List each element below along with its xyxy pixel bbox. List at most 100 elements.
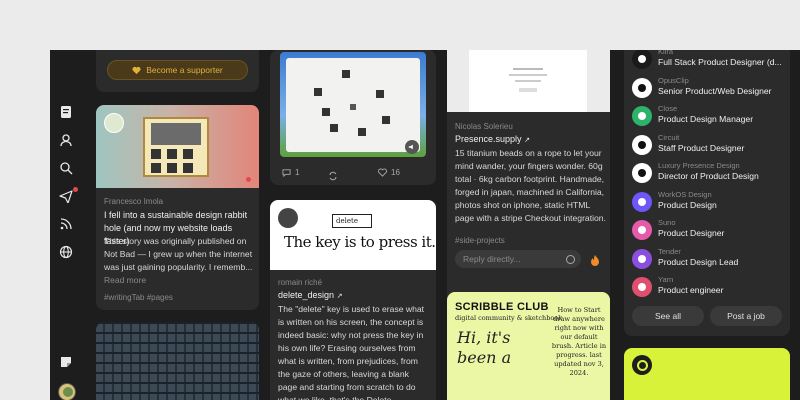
app-window: Become a supporter Francesco Imola I fel… xyxy=(50,50,800,400)
comment-icon xyxy=(282,169,291,177)
post-author: romain riché xyxy=(278,278,323,287)
workos-logo-icon xyxy=(632,191,652,212)
job-company: Kiira xyxy=(658,50,674,56)
yarn-logo-icon xyxy=(632,277,652,297)
supporter-card: Become a supporter xyxy=(96,50,259,92)
job-company: Yarn xyxy=(658,275,674,284)
job-company: Suno xyxy=(658,218,676,227)
external-link-icon: ↗ xyxy=(336,293,343,300)
post-title-text: Presence.supply xyxy=(455,134,522,144)
scribble-note: How to Start draw anywhere right now wit… xyxy=(551,306,607,377)
post-title-text: delete_design xyxy=(278,290,335,300)
job-role: Product engineer xyxy=(658,285,724,295)
fire-icon[interactable] xyxy=(590,253,600,266)
post-card-collage[interactable]: 1 16 xyxy=(270,50,436,185)
post-card-delete-design[interactable]: delete The key is to press it. romain ri… xyxy=(270,200,436,400)
search-icon[interactable] xyxy=(58,160,74,176)
image-headline: The key is to press it. xyxy=(284,233,436,251)
globe-icon[interactable] xyxy=(58,244,74,260)
post-title[interactable]: Presence.supply ↗ xyxy=(455,134,530,144)
post-card-photo-grid[interactable] xyxy=(96,322,259,400)
post-card-presence[interactable]: Nicolas Solerieu Presence.supply ↗ 15 ti… xyxy=(447,50,610,328)
post-excerpt: 15 titanium beads on a rope to let your … xyxy=(455,148,606,223)
become-supporter-button[interactable]: Become a supporter xyxy=(107,60,248,80)
reply-input[interactable]: Reply directly... xyxy=(455,250,581,268)
author-avatar xyxy=(632,355,652,375)
job-row[interactable]: Close Product Design Manager xyxy=(632,102,782,130)
job-row[interactable]: Luxury Presence Design Director of Produc… xyxy=(632,159,782,187)
post-a-job-button[interactable]: Post a job xyxy=(710,306,782,326)
job-row[interactable]: Suno Product Designer xyxy=(632,216,782,244)
key-graphic: delete xyxy=(332,214,372,228)
post-title[interactable]: delete_design ↗ xyxy=(278,290,342,300)
heart-icon xyxy=(378,168,387,177)
heart-logo-icon xyxy=(632,248,652,269)
post-card-lime[interactable] xyxy=(624,348,790,400)
job-company: Tender xyxy=(658,246,681,256)
job-role: Product Design xyxy=(658,199,717,210)
sticker-icon[interactable] xyxy=(58,354,74,370)
heart-icon xyxy=(132,66,141,74)
job-row[interactable]: Kiira Full Stack Product Designer (d... xyxy=(632,50,782,73)
emoji-icon[interactable] xyxy=(566,254,575,264)
unread-dot xyxy=(246,177,251,182)
author-avatar xyxy=(278,208,298,228)
mute-icon[interactable] xyxy=(405,140,419,154)
photo-grid-image xyxy=(96,322,259,400)
retro-webpage-thumbnail xyxy=(143,117,209,177)
job-row[interactable]: Tender Product Design Lead xyxy=(632,245,782,273)
post-card-scribble-club[interactable]: SCRIBBLE CLUB digital community & sketch… xyxy=(447,292,610,400)
job-company: Close xyxy=(658,104,678,113)
handwriting: Hi, it's been a xyxy=(457,328,512,367)
job-role: Senior Product/Web Designer xyxy=(658,85,772,96)
repost-icon[interactable] xyxy=(328,168,338,185)
avatar[interactable] xyxy=(58,383,76,400)
job-row[interactable]: Yarn Product engineer xyxy=(632,273,782,301)
job-company: Circuit xyxy=(658,132,680,142)
external-link-icon: ↗ xyxy=(524,137,530,144)
post-tags[interactable]: #side-projects xyxy=(455,236,505,245)
pin-logo-icon xyxy=(632,163,652,183)
collage-image xyxy=(280,52,426,157)
post-excerpt: The "delete" key is used to erase what i… xyxy=(278,304,425,400)
job-role: Director of Product Design xyxy=(658,171,759,181)
suno-logo-icon xyxy=(632,220,652,240)
post-image: delete The key is to press it. xyxy=(270,200,436,270)
post-excerpt: This story was originally published on N… xyxy=(104,236,253,272)
author-avatar xyxy=(104,113,124,133)
like-button[interactable]: 16 xyxy=(378,168,400,177)
job-company: Luxury Presence Design xyxy=(658,161,740,170)
close-logo-icon xyxy=(632,106,652,126)
scribble-subtitle: digital community & sketchbook xyxy=(455,314,563,322)
job-row[interactable]: OpusClip Senior Product/Web Designer xyxy=(632,74,782,102)
notes-icon[interactable] xyxy=(58,104,74,120)
waveform-icon xyxy=(632,50,652,69)
become-supporter-label: Become a supporter xyxy=(146,65,223,75)
opusclip-logo-icon xyxy=(632,77,652,98)
reply-placeholder: Reply directly... xyxy=(463,254,521,264)
post-author: Francesco Imola xyxy=(104,197,164,206)
post-image xyxy=(447,50,610,112)
read-more-link[interactable]: Read more xyxy=(104,275,146,285)
job-company: OpusClip xyxy=(658,75,689,85)
see-all-button[interactable]: See all xyxy=(632,306,704,326)
job-role: Product Designer xyxy=(658,228,725,238)
scribble-title: SCRIBBLE CLUB xyxy=(455,301,549,313)
job-role: Full Stack Product Designer (d... xyxy=(658,57,782,67)
post-card-rabbit-hole[interactable]: Francesco Imola I fell into a sustainabl… xyxy=(96,105,259,310)
send-icon[interactable] xyxy=(58,188,74,204)
like-count: 16 xyxy=(391,168,400,177)
user-icon[interactable] xyxy=(58,132,74,148)
job-row[interactable]: WorkOS Design Product Design xyxy=(632,188,782,216)
rss-icon[interactable] xyxy=(58,216,74,232)
post-tags[interactable]: #writingTab #pages xyxy=(104,293,173,302)
job-role: Product Design Manager xyxy=(658,114,754,124)
circuit-logo-icon xyxy=(632,134,652,155)
comment-button[interactable]: 1 xyxy=(282,168,299,177)
job-row[interactable]: Circuit Staff Product Designer xyxy=(632,131,782,159)
sidebar-rail xyxy=(50,50,84,400)
notification-dot xyxy=(73,187,78,192)
comment-count: 1 xyxy=(295,168,300,177)
job-role: Staff Product Designer xyxy=(658,142,745,153)
jobs-card: Kiira Full Stack Product Designer (d... Op… xyxy=(624,50,790,336)
